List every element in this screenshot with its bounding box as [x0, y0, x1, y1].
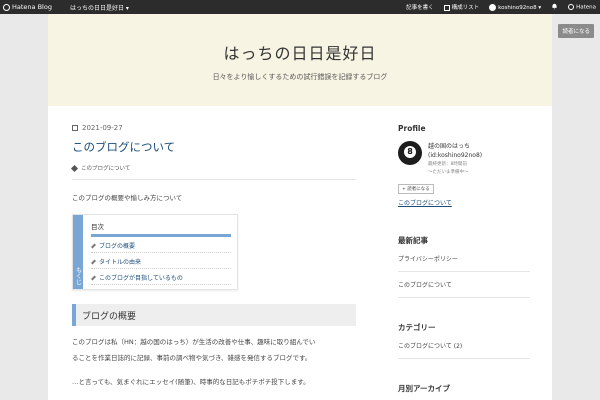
- logo-text: Hatena Blog: [12, 3, 52, 11]
- blog-title[interactable]: はっちの日日是好日: [48, 14, 552, 64]
- hatena-logo-icon: [3, 3, 10, 11]
- about-blog-link[interactable]: このブログについて: [398, 198, 530, 207]
- paragraph: このブログは私（HN：越の国のはっち）が生活の改善や仕事、趣味に取り組んでい る…: [72, 334, 356, 366]
- hatena-icon: [568, 3, 575, 10]
- user-menu[interactable]: koshino92no8 ▾: [489, 3, 542, 11]
- blog-page: はっちの日日是好日 日々をより愉しくするための試行錯誤を記録するブログ 2021…: [48, 14, 552, 400]
- subscribe-small-button[interactable]: + 読者になる: [398, 184, 434, 194]
- toc-item[interactable]: ブログの概要: [91, 237, 231, 253]
- toc-item-label: このブログが目指しているもの: [99, 275, 183, 282]
- list-item[interactable]: このブログについて (2): [398, 333, 530, 359]
- profile-updated: 最終更新：8時間前: [428, 162, 467, 167]
- hatena-label: Hatena: [576, 4, 596, 11]
- blog-header: はっちの日日是好日 日々をより愉しくするための試行錯誤を記録するブログ: [48, 14, 552, 106]
- toc-item[interactable]: このブログが目指しているもの: [91, 269, 231, 285]
- user-label: koshino92no8 ▾: [498, 4, 542, 11]
- toc-item[interactable]: タイトルの由来: [91, 253, 231, 269]
- tag-icon: [70, 164, 79, 172]
- blog-menu[interactable]: はっちの日日是好日 ▾: [70, 3, 129, 12]
- profile-name[interactable]: 越の国のはっち: [428, 141, 482, 150]
- date-text: 2021-09-27: [82, 124, 123, 132]
- category-label: このブログについて: [81, 166, 131, 172]
- archive: 月別アーカイブ: [398, 383, 530, 394]
- hatena-topbar: Hatena Blog はっちの日日是好日 ▾ 記事を書く 構成リスト kosh…: [0, 0, 600, 14]
- paragraph-line: このブログは私（HN：越の国のはっち）が生活の改善や仕事、趣味に取り組んでい: [72, 338, 316, 346]
- article: 2021-09-27 このブログについて このブログについて このブログの概要や…: [70, 124, 356, 390]
- paragraph: …と言っても、気まぐれにエッセイ(随筆)、時事的な日記もポチポチ投下します。: [72, 378, 310, 386]
- bell-icon[interactable]: [551, 3, 558, 12]
- blog-description: 日々をより愉しくするための試行錯誤を記録するブログ: [212, 73, 388, 81]
- avatar: [489, 3, 497, 11]
- toc-item-label: ブログの概要: [99, 243, 136, 250]
- list-icon: [443, 4, 450, 11]
- toc-body: 目次 ブログの概要 タイトルの由来 このブログが目指しているもの: [83, 215, 237, 289]
- section-heading: ブログの概要: [72, 304, 356, 326]
- article-category[interactable]: このブログについて: [70, 164, 356, 172]
- toc-heading: 目次: [91, 221, 231, 237]
- article-intro: このブログの概要や愉しみ方について: [72, 194, 183, 202]
- table-of-contents: もくじ 目次 ブログの概要 タイトルの由来 このブログが目指しているもの: [72, 214, 238, 290]
- recent-heading: 最新記事: [398, 236, 428, 245]
- categories: カテゴリー このブログについて (2): [398, 322, 530, 359]
- pencil-icon: [91, 259, 96, 264]
- profile-card: 8 越の国のはっち (id:koshino92no8) 最終更新：8時間前 ～た…: [398, 141, 530, 175]
- list-item[interactable]: このブログについて: [398, 272, 530, 298]
- category-heading: カテゴリー: [398, 323, 436, 332]
- archive-heading: 月別アーカイブ: [398, 384, 451, 393]
- article-title[interactable]: このブログについて: [72, 139, 356, 155]
- profile-id[interactable]: (id:koshino92no8): [428, 152, 482, 159]
- subscribe-button[interactable]: 読者になる: [558, 24, 594, 38]
- recent-articles: 最新記事 プライバシーポリシー このブログについて: [398, 235, 530, 298]
- article-date[interactable]: 2021-09-27: [72, 124, 356, 132]
- toc-side-label: もくじ: [73, 215, 83, 289]
- list-item[interactable]: プライバシーポリシー: [398, 246, 530, 272]
- profile-readers: ～ただいま準備中～: [428, 170, 469, 175]
- profile-heading: Profile: [398, 124, 426, 133]
- topbar-actions: 記事を書く 構成リスト koshino92no8 ▾ Hatena: [406, 0, 596, 14]
- avatar[interactable]: 8: [398, 141, 422, 165]
- write-article-link[interactable]: 記事を書く: [406, 3, 434, 11]
- manage-link[interactable]: 構成リスト: [443, 3, 480, 11]
- hatena-blog-logo[interactable]: Hatena Blog: [0, 3, 52, 11]
- pencil-icon: [91, 243, 96, 248]
- paragraph-line: ることを作業日誌的に記録、事前の調べ物や気づき、雑感を発信するブログです。: [72, 354, 312, 362]
- manage-label: 構成リスト: [451, 5, 480, 11]
- toc-side-text: もくじ: [74, 267, 82, 285]
- calendar-icon: [72, 125, 78, 131]
- divider: [72, 179, 356, 180]
- hatena-link[interactable]: Hatena: [568, 3, 596, 11]
- pencil-icon: [91, 275, 96, 280]
- toc-item-label: タイトルの由来: [99, 259, 142, 266]
- sidebar: Profile 8 越の国のはっち (id:koshino92no8) 最終更新…: [398, 124, 530, 394]
